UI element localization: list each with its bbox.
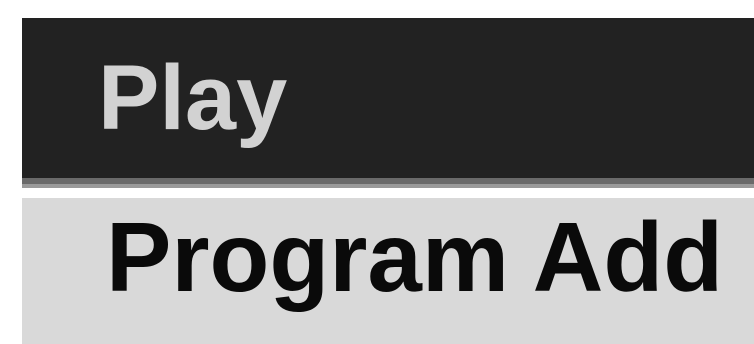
menu-item-program-add[interactable]: Program Add [22, 198, 754, 344]
menu-item-play[interactable]: Play [22, 18, 754, 184]
menu-item-label: Program Add [106, 202, 724, 312]
context-menu: Play Program Add [22, 18, 754, 344]
menu-item-label: Play [98, 47, 288, 149]
